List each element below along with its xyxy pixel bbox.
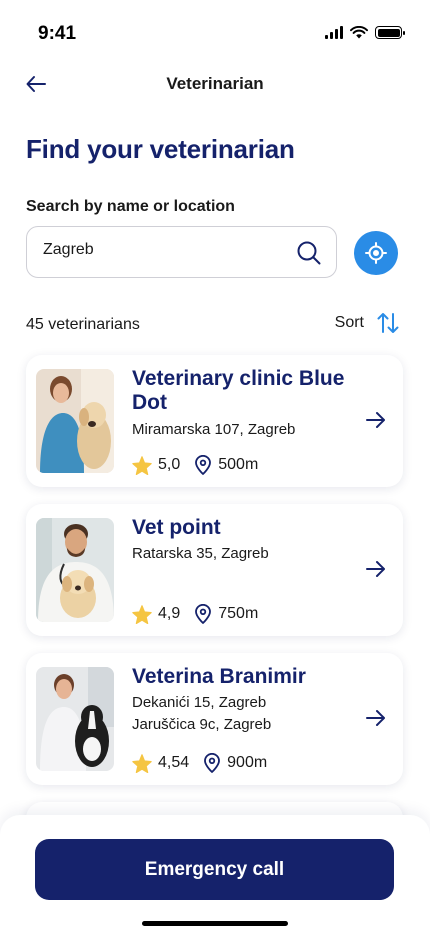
emergency-call-button[interactable]: Emergency call xyxy=(35,839,394,900)
vet-name: Veterina Branimir xyxy=(132,665,306,688)
vet-meta: 4,9 750m xyxy=(132,604,272,624)
vet-distance: 750m xyxy=(218,605,259,622)
vet-rating: 4,54 xyxy=(158,754,190,771)
vet-rating: 4,9 xyxy=(158,605,181,622)
nav-title: Veterinarian xyxy=(166,74,264,93)
vet-name: Veterinary clinic Blue Dot xyxy=(132,367,345,414)
arrow-right-icon xyxy=(366,412,385,428)
vet-photo xyxy=(36,369,114,473)
battery-icon xyxy=(375,26,405,39)
vet-address: Dekanići 15, Zagreb xyxy=(132,694,267,711)
location-button[interactable] xyxy=(354,231,398,275)
wifi-icon xyxy=(350,26,368,39)
search-icon[interactable] xyxy=(296,240,322,266)
status-icons xyxy=(325,26,405,39)
star-icon xyxy=(132,455,152,475)
vet-rating: 5,0 xyxy=(158,456,181,473)
status-time: 9:41 xyxy=(38,23,77,44)
search-label: Search by name or location xyxy=(26,198,235,215)
vet-distance: 500m xyxy=(218,456,259,473)
location-pin-icon xyxy=(195,455,212,475)
sort-button[interactable]: Sort xyxy=(335,312,400,334)
vet-distance: 900m xyxy=(227,754,268,771)
location-pin-icon xyxy=(204,753,221,773)
vet-address-secondary: Jaruščica 9c, Zagreb xyxy=(132,716,272,733)
home-indicator xyxy=(142,921,288,926)
location-target-icon xyxy=(365,242,387,264)
nav-header: Veterinarian xyxy=(0,66,430,102)
vet-meta: 4,54 900m xyxy=(132,753,281,773)
vet-name: Vet point xyxy=(132,516,221,539)
search-box xyxy=(26,226,337,278)
vet-photo xyxy=(36,518,114,622)
status-bar: 9:41 xyxy=(0,0,430,60)
vet-meta: 5,0 500m xyxy=(132,455,272,475)
arrow-right-icon xyxy=(366,710,385,726)
star-icon xyxy=(132,753,152,773)
search-input[interactable] xyxy=(43,241,283,259)
vet-photo xyxy=(36,667,114,771)
page-title: Find your veterinarian xyxy=(26,134,295,164)
vet-address: Ratarska 35, Zagreb xyxy=(132,545,269,562)
vet-card[interactable]: Veterina Branimir Dekanići 15, Zagreb Ja… xyxy=(26,653,403,785)
arrow-right-icon xyxy=(366,561,385,577)
sort-label: Sort xyxy=(334,314,364,331)
location-pin-icon xyxy=(195,604,212,624)
result-count: 45 veterinarians xyxy=(26,316,140,333)
bottom-sheet: Emergency call xyxy=(0,815,430,935)
vet-address: Miramarska 107, Zagreb xyxy=(132,421,296,438)
signal-icon xyxy=(325,26,343,39)
vet-card[interactable]: Vet point Ratarska 35, Zagreb 4,9 750m xyxy=(26,504,403,636)
sort-arrows-icon xyxy=(377,313,399,333)
vet-card[interactable]: Veterinary clinic Blue Dot Miramarska 10… xyxy=(26,355,403,487)
star-icon xyxy=(132,604,152,624)
